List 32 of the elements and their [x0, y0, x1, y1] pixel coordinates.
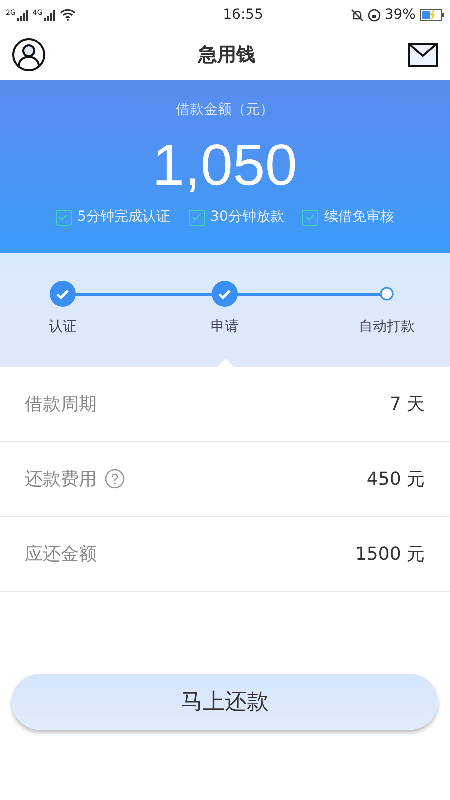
row-value: 7 天 [390, 392, 425, 416]
status-time: 16:55 [223, 6, 264, 24]
step-label: 自动打款 [359, 318, 415, 337]
row-label: 应还金额 [25, 542, 97, 566]
profile-button[interactable] [12, 38, 46, 72]
row-value: 450 元 [366, 468, 425, 492]
rotation-lock-icon [368, 8, 381, 22]
battery-icon [420, 9, 444, 21]
amount-value: 1,050 [152, 137, 298, 195]
row-label: 借款周期 [25, 392, 97, 416]
feature-label: 续借免审核 [324, 208, 394, 227]
row-label: 还款费用 [25, 468, 97, 492]
repay-button[interactable]: 马上还款 [12, 674, 438, 730]
bell-off-icon [350, 8, 364, 22]
battery-percent: 39% [384, 6, 416, 24]
help-icon[interactable] [105, 469, 125, 489]
check-icon [306, 214, 315, 221]
step-label: 申请 [211, 318, 239, 337]
wifi-icon [60, 9, 76, 21]
check-icon [59, 214, 68, 221]
step-label: 认证 [49, 318, 77, 337]
check-icon [192, 214, 202, 221]
signal-icon [16, 10, 29, 20]
signal-icon [44, 10, 56, 20]
row-value: 1500 元 [355, 542, 425, 566]
user-icon [12, 38, 46, 72]
feature-label: 30分钟放款 [210, 208, 284, 227]
header-title: 急用钱 [198, 42, 256, 68]
message-button[interactable] [408, 43, 438, 67]
mail-icon [408, 43, 438, 67]
amount-label: 借款金额（元） [176, 101, 274, 120]
feature-label: 5分钟完成认证 [78, 208, 171, 227]
